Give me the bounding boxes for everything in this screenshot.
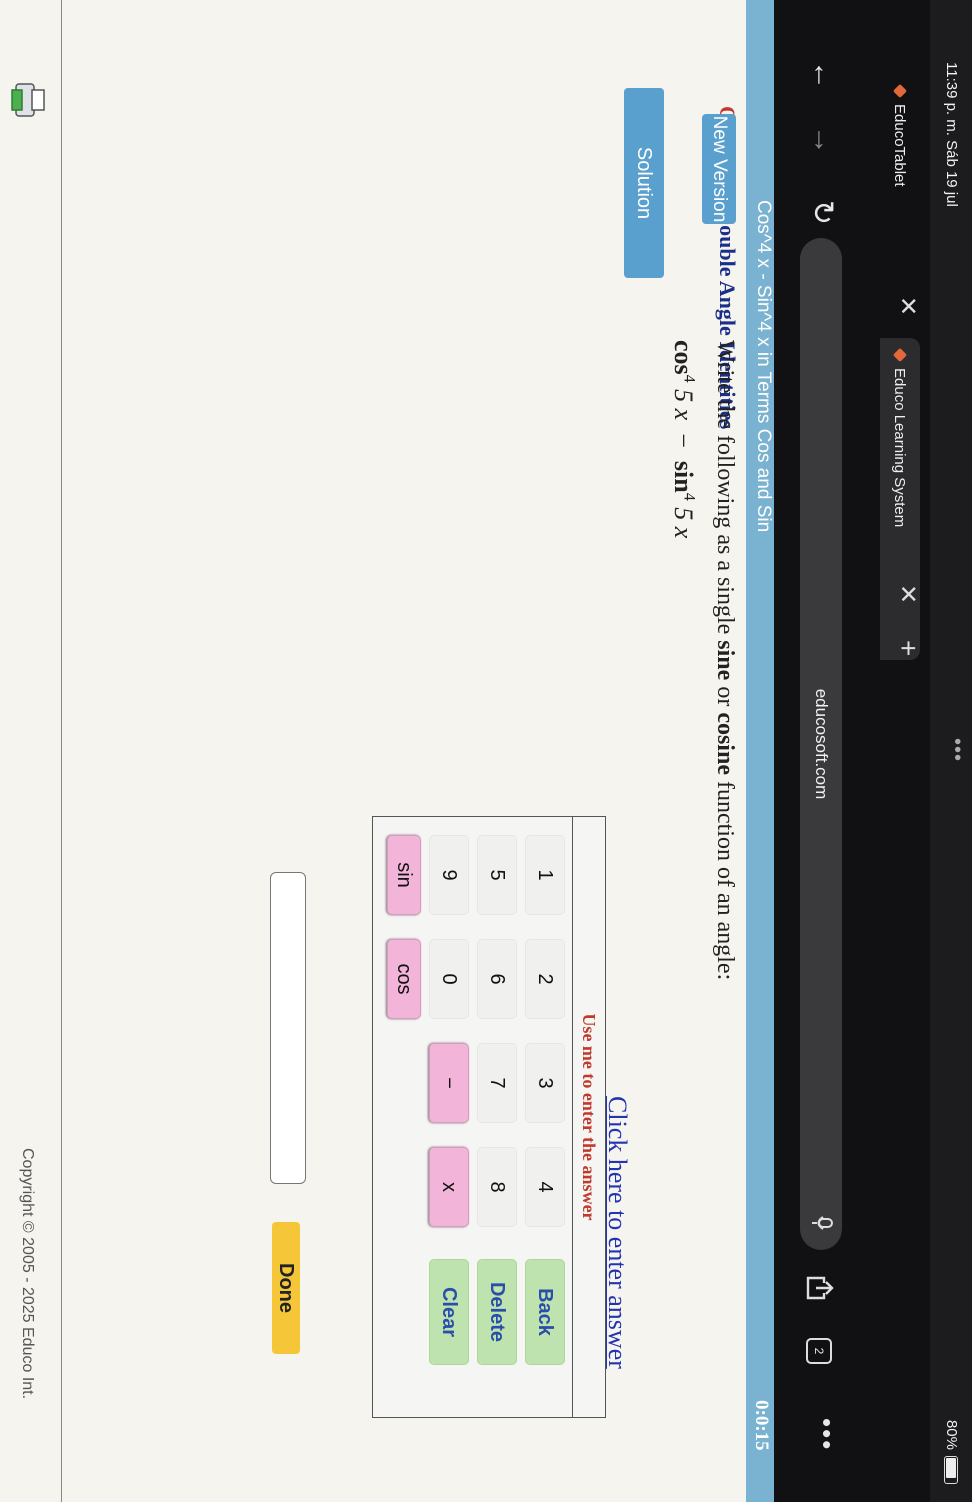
key-5[interactable]: 5 (477, 835, 517, 915)
key-4[interactable]: 4 (525, 1147, 565, 1227)
multitask-dots[interactable]: ••• (945, 738, 968, 762)
address-bar[interactable]: educosoft.com (800, 238, 842, 1250)
close-tab-icon[interactable]: ✕ (893, 584, 922, 604)
tab-title: Educo Learning System (891, 368, 909, 528)
expr-sin: sin (669, 460, 698, 493)
close-tab-icon[interactable]: ✕ (893, 296, 922, 316)
footer-divider (61, 0, 62, 1502)
tab-educotablet[interactable]: EducoTablet ✕ (880, 83, 922, 322)
expr-cos: cos (669, 340, 698, 375)
page-header-title: Cos^4 x - Sin^4 x in Terms Cos and Sin (753, 200, 774, 533)
share-icon[interactable] (806, 1275, 834, 1301)
answer-input[interactable] (270, 872, 306, 1184)
battery-percent: 80% (943, 1419, 960, 1450)
key-9[interactable]: 9 (429, 835, 469, 915)
new-version-button[interactable]: New Version (702, 114, 736, 224)
delete-button[interactable]: Delete (477, 1259, 517, 1365)
math-expression: cos4 5 x − sin4 5 x (668, 340, 698, 538)
new-tab-button[interactable]: + (892, 640, 924, 656)
done-button[interactable]: Done (272, 1222, 300, 1354)
keypad-divider (572, 817, 573, 1417)
clear-button[interactable]: Clear (429, 1259, 469, 1365)
screen: 11:39 p. m. Sáb 19 jul ••• 80% EducoTabl… (0, 0, 972, 1502)
key-cos[interactable]: cos (387, 939, 421, 1019)
question-suffix: function of an angle: (712, 774, 738, 981)
expr-sin-argument: 5 x (669, 507, 698, 539)
tab-title: EducoTablet (891, 104, 909, 187)
key-8[interactable]: 8 (477, 1147, 517, 1227)
expr-cos-argument: 5 x (669, 389, 698, 421)
reload-icon[interactable]: ↻ (805, 200, 840, 225)
expr-sin-exponent: 4 (680, 492, 698, 501)
key-3[interactable]: 3 (525, 1043, 565, 1123)
question-cosine: cosine (712, 712, 738, 775)
status-bar: 11:39 p. m. Sáb 19 jul ••• 80% (930, 0, 972, 1502)
key-1[interactable]: 1 (525, 835, 565, 915)
back-button[interactable]: Back (525, 1259, 565, 1365)
timer: 0:0:15 (751, 1400, 772, 1451)
question-prefix: Write the following as a single (712, 340, 738, 641)
back-arrow-icon[interactable]: ← (806, 60, 840, 90)
status-time: 11:39 p. m. Sáb 19 jul (943, 62, 960, 207)
forward-arrow-icon[interactable]: → (806, 125, 840, 155)
tab-bar: EducoTablet ✕ Educo Learning System ✕ + (870, 0, 930, 1502)
key-7[interactable]: 7 (477, 1043, 517, 1123)
key-6[interactable]: 6 (477, 939, 517, 1019)
question-text: Write the following as a single sine or … (711, 340, 738, 980)
web-page: Cos^4 x - Sin^4 x in Terms Cos and Sin 0… (0, 0, 774, 1502)
educo-favicon-icon (892, 83, 908, 99)
tabs-overview-button[interactable]: 2 (806, 1338, 832, 1364)
solution-button[interactable]: Solution (624, 88, 664, 278)
printer-icon[interactable] (8, 80, 48, 122)
enter-answer-link[interactable]: Click here to enter answer (602, 1096, 632, 1369)
expr-minus: − (669, 433, 698, 448)
url-text: educosoft.com (812, 688, 831, 800)
question-sine: sine (712, 640, 738, 681)
battery-icon (944, 1456, 958, 1484)
battery-fill (946, 1458, 956, 1478)
browser-toolbar: ← → ↻ educosoft.com 2 ••• (774, 0, 870, 1502)
keypad-title: Use me to enter the answer (579, 1013, 599, 1221)
key-2[interactable]: 2 (525, 939, 565, 1019)
key-sin[interactable]: sin (387, 835, 421, 915)
answer-keypad: Use me to enter the answer 1 2 3 4 Back … (372, 816, 606, 1418)
more-options-icon[interactable]: ••• (811, 1418, 842, 1451)
question-middle: or (712, 680, 738, 713)
key-x[interactable]: x (429, 1147, 469, 1227)
expr-cos-exponent: 4 (680, 374, 698, 383)
key-0[interactable]: 0 (429, 939, 469, 1019)
key-minus[interactable]: − (429, 1043, 469, 1123)
tab-educo-learning-system[interactable]: Educo Learning System ✕ (880, 338, 922, 660)
page-header: Cos^4 x - Sin^4 x in Terms Cos and Sin 0… (746, 0, 774, 1502)
educo-favicon-icon (892, 347, 908, 363)
copyright: Copyright © 2005 - 2025 Educo Int. (19, 1148, 36, 1400)
microphone-icon[interactable] (811, 1216, 833, 1230)
